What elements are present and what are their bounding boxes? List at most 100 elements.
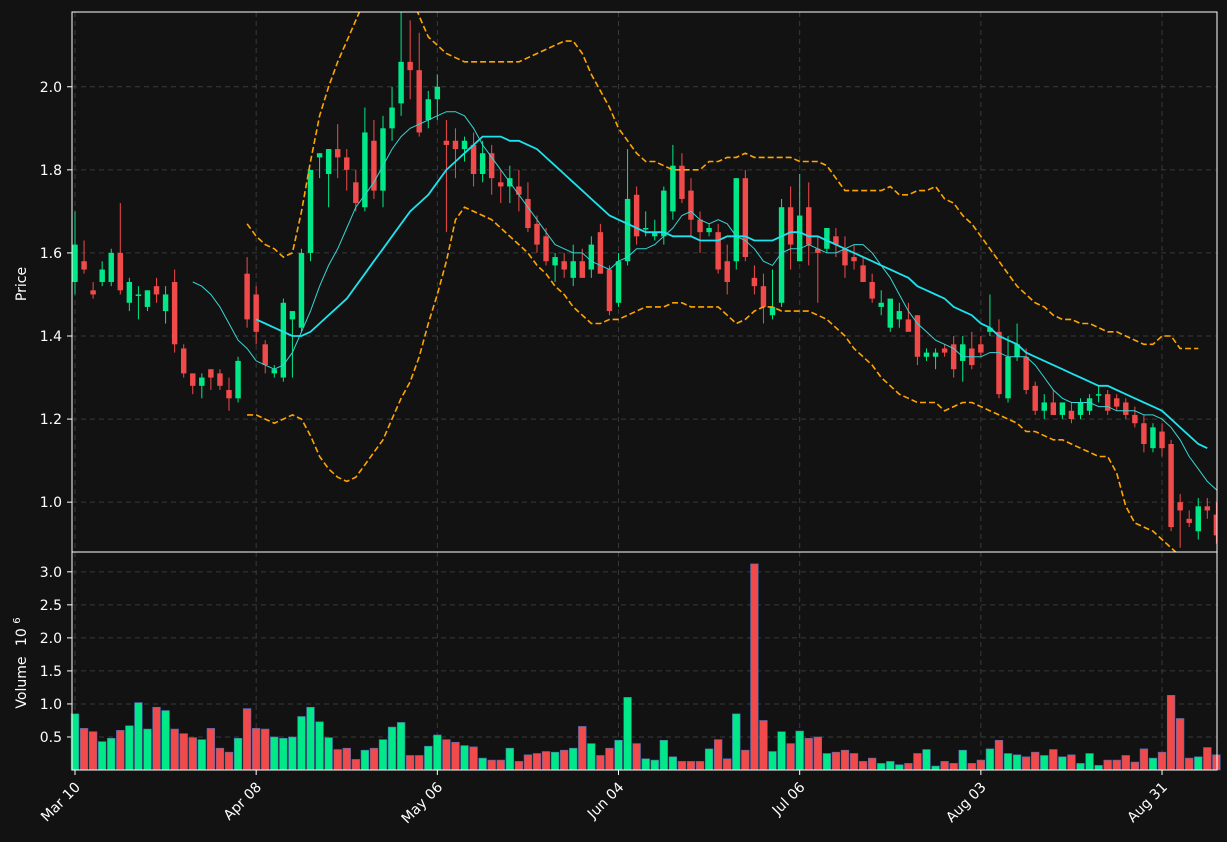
volume-bar xyxy=(505,747,514,771)
candle-body xyxy=(271,369,278,374)
volume-tick-label: 1.5 xyxy=(40,664,62,680)
candle-body xyxy=(498,182,504,187)
volume-bar xyxy=(858,761,868,771)
volume-bar xyxy=(1121,755,1130,771)
volume-bar xyxy=(795,730,804,771)
candle-body xyxy=(1204,506,1211,511)
volume-bar xyxy=(714,739,723,771)
candle-body xyxy=(362,132,368,208)
volume-bar xyxy=(605,747,614,771)
candle-body xyxy=(751,277,758,287)
volume-bar xyxy=(487,759,496,771)
volume-bar xyxy=(1130,761,1139,771)
candle-body xyxy=(570,261,576,278)
volume-bar xyxy=(1067,754,1076,771)
price-tick-label: 2.0 xyxy=(40,80,62,96)
volume-tick-label: 0.5 xyxy=(40,730,62,746)
volume-bar xyxy=(569,747,578,771)
volume-axis-label-exponent: 6 xyxy=(12,617,23,623)
volume-bar xyxy=(704,748,714,771)
candle-body xyxy=(1123,402,1129,415)
volume-bar xyxy=(442,739,451,771)
candle-body xyxy=(1132,414,1138,424)
candle-body xyxy=(434,86,441,100)
candle-body xyxy=(706,228,712,233)
candle-body xyxy=(443,140,450,145)
volume-bar xyxy=(98,741,107,771)
volume-bar xyxy=(532,753,542,771)
candle-body xyxy=(253,294,259,332)
candle-body xyxy=(1186,518,1192,523)
volume-bar xyxy=(252,728,261,771)
volume-bar xyxy=(1185,757,1194,771)
volume-bar xyxy=(922,749,931,771)
candle-body xyxy=(1104,394,1111,411)
candle-body xyxy=(126,282,133,303)
volume-bar xyxy=(641,758,650,771)
candle-body xyxy=(461,140,468,150)
price-tick-label: 1.8 xyxy=(40,163,62,179)
volume-bar xyxy=(849,753,859,771)
volume-bar xyxy=(107,737,116,771)
candle-body xyxy=(325,149,332,174)
volume-bar xyxy=(1212,754,1221,771)
volume-bar xyxy=(197,739,206,771)
candle-body xyxy=(162,294,169,312)
volume-bar xyxy=(759,720,768,771)
candle-body xyxy=(561,261,567,270)
candle-body xyxy=(525,198,531,228)
candle-body xyxy=(887,298,893,328)
volume-bar xyxy=(614,739,623,771)
volume-tick-label: 2.5 xyxy=(40,598,62,614)
volume-bar xyxy=(596,755,605,771)
volume-bar xyxy=(369,747,379,771)
volume-bar xyxy=(279,737,288,771)
candle-body xyxy=(1150,427,1156,449)
volume-bar xyxy=(677,761,687,771)
volume-bar xyxy=(514,761,524,771)
volume-bar xyxy=(1157,751,1167,771)
volume-bar xyxy=(342,747,351,771)
volume-bar xyxy=(750,563,759,771)
volume-bar xyxy=(360,749,370,771)
candle-body xyxy=(389,107,395,129)
candle-body xyxy=(1086,398,1093,411)
volume-tick-label: 2.0 xyxy=(40,631,62,647)
candle-body xyxy=(307,169,314,253)
candle-body xyxy=(1168,444,1174,528)
candle-body xyxy=(670,165,676,212)
volume-bar xyxy=(261,728,270,771)
candle-body xyxy=(298,252,305,328)
candle-body xyxy=(742,178,749,258)
volume-bar xyxy=(1139,748,1149,771)
volume-bar xyxy=(732,713,741,771)
candle-body xyxy=(606,269,613,312)
candle-body xyxy=(199,377,205,386)
candle-body xyxy=(624,198,631,262)
candle-body xyxy=(633,194,640,237)
candle-body xyxy=(615,261,622,303)
volume-bar xyxy=(179,733,188,771)
candle-body xyxy=(941,348,948,353)
volume-bar xyxy=(270,736,279,771)
volume-bar xyxy=(686,761,696,771)
volume-bar xyxy=(904,763,913,771)
volume-tick-label: 3.0 xyxy=(40,565,62,581)
candle-body xyxy=(1059,402,1066,415)
volume-bar xyxy=(152,706,161,771)
volume-bar xyxy=(496,759,505,771)
price-tick-label: 1.6 xyxy=(40,246,62,262)
candle-body xyxy=(452,140,459,150)
volume-bar xyxy=(550,751,560,771)
volume-bar xyxy=(1103,759,1112,771)
candle-body xyxy=(1050,402,1057,415)
candle-body xyxy=(1177,502,1183,511)
volume-bar xyxy=(840,749,850,771)
volume-bar xyxy=(1058,756,1067,771)
volume-bar xyxy=(451,741,460,771)
candle-body xyxy=(117,252,124,291)
volume-bar xyxy=(433,734,442,771)
volume-bar xyxy=(1112,759,1121,771)
candle-body xyxy=(153,286,160,295)
figure-background xyxy=(0,0,1227,842)
